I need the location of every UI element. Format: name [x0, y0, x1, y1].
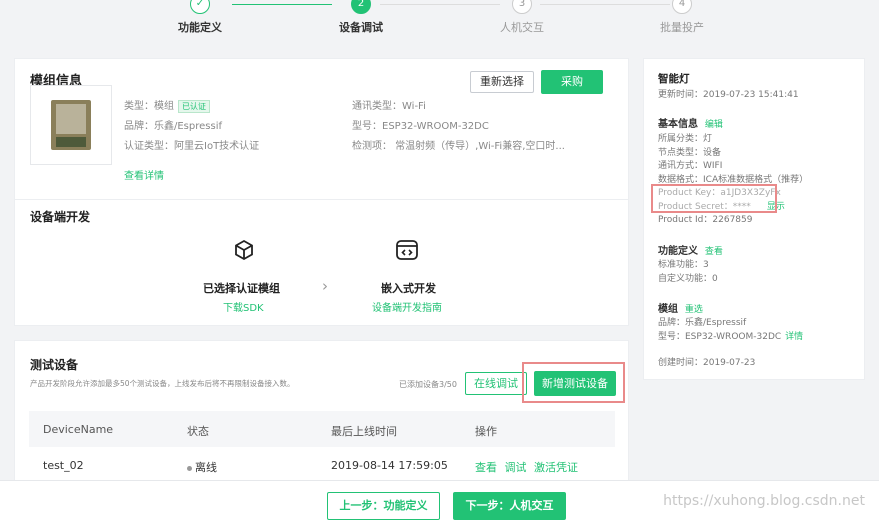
- created-time: 创建时间：2019-07-23: [658, 358, 756, 368]
- col-status: 状态: [187, 425, 209, 438]
- step-number: 2: [351, 0, 371, 14]
- step-label: 功能定义: [178, 21, 222, 34]
- device-dev-title: 设备端开发: [30, 210, 91, 224]
- side-module-brand: 品牌：乐鑫/Espressif: [658, 318, 747, 328]
- side-module-title: 模组: [658, 304, 678, 315]
- category: 所属分类：灯: [658, 134, 713, 144]
- col-last-online: 最后上线时间: [331, 425, 397, 438]
- step-label: 批量投产: [660, 21, 704, 34]
- dev-step1-title: 已选择认证模组: [203, 282, 280, 295]
- module-brand: 品牌：乐鑫/Espressif: [124, 121, 223, 132]
- reselect-button[interactable]: 重新选择: [470, 71, 534, 93]
- view-func-link[interactable]: 查看: [705, 247, 723, 257]
- test-device-title: 测试设备: [30, 358, 79, 372]
- module-type: 类型：模组 已认证: [124, 97, 210, 113]
- module-header: 模组 重选: [658, 300, 703, 315]
- side-module-list: 品牌：乐鑫/Espressif 型号：ESP32-WROOM-32DC 详情: [658, 317, 803, 344]
- stepper: ✓ 功能定义 2 设备调试 3 人机交互 4 批量投产: [0, 0, 879, 42]
- side-module-model-row: 型号：ESP32-WROOM-32DC 详情: [658, 331, 803, 345]
- divider: [15, 199, 628, 200]
- basic-info-list: 所属分类：灯 节点类型：设备 通讯方式：WIFI 数据格式：ICA标准数据格式（…: [658, 133, 808, 228]
- side-module-model: 型号：ESP32-WROOM-32DC: [658, 331, 782, 342]
- product-id: Product Id：2267859: [658, 215, 753, 225]
- col-actions: 操作: [475, 425, 497, 438]
- add-button-highlight: [522, 362, 625, 403]
- row-status-text: 离线: [195, 461, 217, 474]
- esp32-chip-image: [51, 100, 91, 150]
- comm-mode: 通讯方式：WIFI: [658, 161, 723, 171]
- col-device-name: DeviceName: [43, 423, 114, 436]
- module-type-text: 类型：模组: [124, 101, 174, 112]
- module-card: 模组信息 重新选择 采购 类型：模组 已认证 品牌：乐鑫/Espressif 认证…: [14, 58, 629, 326]
- code-icon: [394, 237, 420, 266]
- module-comm-type: 通讯类型：Wi-Fi: [352, 101, 426, 112]
- product-side-panel: 智能灯 更新时间：2019-07-23 15:41:41 基本信息 编辑 所属分…: [643, 58, 865, 380]
- debug-link[interactable]: 调试: [505, 461, 527, 474]
- edit-link[interactable]: 编辑: [705, 120, 723, 130]
- step-hmi[interactable]: 3 人机交互: [472, 0, 572, 35]
- module-cert-type: 认证类型：阿里云IoT技术认证: [124, 141, 260, 152]
- check-icon: ✓: [190, 0, 210, 14]
- cube-icon: [233, 239, 255, 264]
- row-device-name: test_02: [43, 459, 84, 472]
- module-detail-link[interactable]: 详情: [785, 332, 803, 342]
- device-count: 已添加设备3/50: [399, 380, 457, 389]
- offline-dot-icon: [187, 465, 192, 471]
- custom-funcs: 自定义功能：0: [658, 273, 718, 284]
- module-details-link[interactable]: 查看详情: [124, 167, 164, 182]
- module-model: 型号：ESP32-WROOM-32DC: [352, 121, 489, 132]
- purchase-button[interactable]: 采购: [541, 70, 603, 94]
- prev-step-button[interactable]: 上一步：功能定义: [327, 492, 440, 520]
- row-last-online: 2019-08-14 17:59:05: [331, 459, 448, 472]
- chevron-right-icon: ›: [322, 277, 328, 295]
- certified-badge: 已认证: [178, 99, 210, 113]
- download-sdk-link[interactable]: 下载SDK: [223, 299, 264, 314]
- node-type: 节点类型：设备: [658, 147, 722, 158]
- step-device-debug[interactable]: 2 设备调试: [311, 0, 411, 35]
- online-debug-button[interactable]: 在线调试: [465, 372, 527, 395]
- watermark: https://xuhong.blog.csdn.net: [663, 493, 865, 509]
- step-mass-production[interactable]: 4 批量投产: [632, 0, 732, 35]
- func-def-header: 功能定义 查看: [658, 242, 723, 257]
- step-number: 3: [512, 0, 532, 14]
- step-function-definition[interactable]: ✓ 功能定义: [150, 0, 250, 35]
- basic-info-title: 基本信息: [658, 119, 698, 130]
- row-actions: 查看 调试 激活凭证: [475, 459, 578, 475]
- view-link[interactable]: 查看: [475, 461, 497, 474]
- product-name: 智能灯: [658, 73, 690, 85]
- product-updated: 更新时间：2019-07-23 15:41:41: [658, 90, 799, 100]
- module-test-items: 检测项： 常温射频（传导）,Wi-Fi兼容,空口时...: [352, 141, 565, 152]
- func-def-title: 功能定义: [658, 246, 698, 257]
- test-device-desc: 产品开发阶段允许添加最多50个测试设备，上线发布后将不再限制设备接入数。: [30, 379, 295, 388]
- reselect-module-link[interactable]: 重选: [685, 305, 703, 315]
- step-label: 设备调试: [339, 21, 383, 34]
- table-header: DeviceName 状态 最后上线时间 操作: [29, 411, 615, 447]
- next-step-button[interactable]: 下一步：人机交互: [453, 492, 566, 520]
- dev-step2-title: 嵌入式开发: [381, 282, 436, 295]
- step-number: 4: [672, 0, 692, 14]
- module-image: [30, 85, 112, 165]
- activation-credential-link[interactable]: 激活凭证: [534, 461, 578, 474]
- step-label: 人机交互: [500, 21, 544, 34]
- device-dev-guide-link[interactable]: 设备端开发指南: [372, 299, 442, 314]
- std-funcs: 标准功能：3: [658, 260, 709, 270]
- product-key-highlight: [651, 184, 777, 213]
- func-def-list: 标准功能：3 自定义功能：0: [658, 259, 718, 286]
- row-status: 离线: [187, 459, 217, 475]
- basic-info-header: 基本信息 编辑: [658, 115, 723, 130]
